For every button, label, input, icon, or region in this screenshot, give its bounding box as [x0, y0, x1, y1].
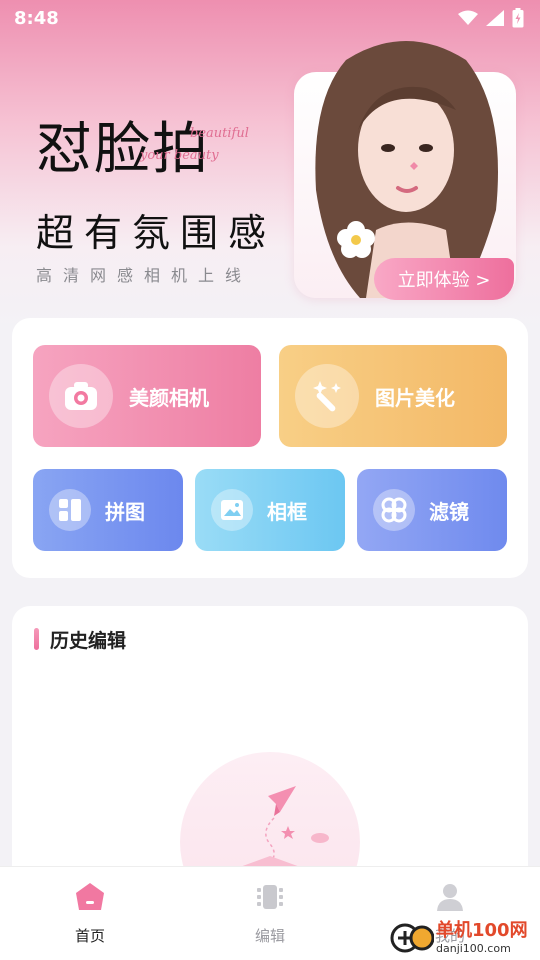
status-icons: [458, 8, 524, 28]
collage-button[interactable]: 拼图: [33, 469, 183, 551]
hero-script-line1: beautiful: [190, 126, 249, 141]
try-now-button[interactable]: 立即体验 >: [374, 258, 514, 300]
edit-icon: [257, 885, 283, 909]
history-panel: 历史编辑: [12, 606, 528, 932]
signal-icon: [486, 10, 504, 26]
tab-home[interactable]: 首页: [30, 867, 150, 960]
beauty-camera-label: 美颜相机: [129, 385, 209, 410]
tools-panel: 美颜相机 图片美化 拼图 相框 滤镜: [12, 318, 528, 578]
frame-label: 相框: [267, 499, 307, 524]
status-time: 8:48: [14, 7, 59, 29]
hero-tagline: 高清网感相机上线: [36, 266, 253, 285]
hero-subtitle: 超有氛围感: [36, 211, 277, 255]
filter-label: 滤镜: [429, 499, 469, 524]
photo-enhance-button[interactable]: 图片美化: [279, 345, 507, 447]
camera-icon: [49, 364, 113, 428]
status-bar: 8:48: [0, 0, 540, 36]
tab-edit[interactable]: 编辑: [210, 867, 330, 960]
battery-icon: [512, 8, 524, 28]
watermark-line2: danji100.com: [436, 942, 511, 955]
home-icon: [76, 883, 104, 910]
filter-button[interactable]: 滤镜: [357, 469, 507, 551]
hero-script-line2: your beauty: [140, 148, 219, 163]
tab-home-label: 首页: [74, 927, 105, 945]
profile-icon: [437, 884, 463, 911]
history-title-accent: [34, 628, 39, 650]
history-title: 历史编辑: [50, 630, 127, 652]
magic-wand-icon: [295, 364, 359, 428]
frame-icon: [211, 489, 253, 531]
photo-enhance-label: 图片美化: [375, 385, 455, 410]
wifi-icon: [458, 10, 478, 25]
frame-button[interactable]: 相框: [195, 469, 345, 551]
site-watermark: 单机100网 danji100.com: [390, 914, 540, 960]
beauty-camera-button[interactable]: 美颜相机: [33, 345, 261, 447]
collage-icon: [49, 489, 91, 531]
filter-icon: [373, 489, 415, 531]
watermark-logo-icon: [390, 923, 434, 953]
tab-edit-label: 编辑: [254, 927, 285, 945]
watermark-line1: 单机100网: [436, 920, 528, 941]
collage-label: 拼图: [105, 499, 145, 524]
hero-script-text: beautiful your beauty: [140, 126, 260, 172]
